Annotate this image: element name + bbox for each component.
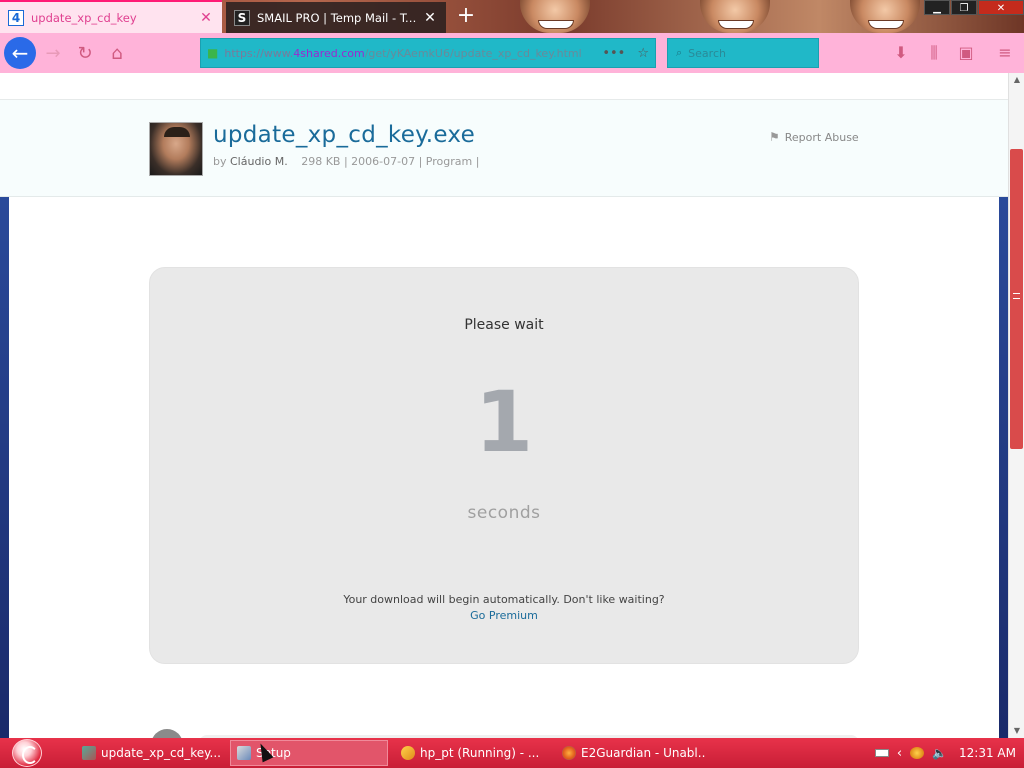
system-tray: ‹ 🔈 12:31 AM bbox=[874, 738, 1024, 768]
page-side-decoration bbox=[0, 197, 9, 738]
search-bar[interactable]: ⌕ Search bbox=[667, 38, 819, 68]
library-icon[interactable]: ⫼ bbox=[923, 43, 945, 63]
url-prefix: https://www. bbox=[224, 46, 294, 60]
tab-title: SMAIL PRO | Temp Mail - Tem bbox=[257, 10, 418, 25]
file-details: 298 KB | 2006-07-07 | Program | bbox=[301, 155, 480, 168]
sidebar-icon[interactable]: ▣ bbox=[955, 43, 977, 62]
smail-favicon-icon: S bbox=[234, 9, 250, 26]
search-placeholder: Search bbox=[688, 46, 726, 60]
page-side-decoration bbox=[999, 197, 1008, 738]
keyboard-icon[interactable] bbox=[874, 749, 889, 757]
forward-button[interactable]: → bbox=[37, 37, 69, 69]
author-link[interactable]: Cláudio M. bbox=[230, 155, 288, 168]
installer-icon bbox=[237, 746, 251, 760]
navigation-bar: ← → ↻ ⌂ ■ https://www. 4shared.com /get/… bbox=[0, 33, 1024, 73]
taskbar-item-setup[interactable]: Setup bbox=[230, 740, 388, 766]
taskbar-item-label: E2Guardian - Unabl... bbox=[581, 746, 706, 760]
site-top-strip bbox=[0, 73, 1008, 100]
auto-download-text: Your download will begin automatically. … bbox=[343, 593, 665, 606]
flag-icon: ⚑ bbox=[769, 130, 780, 144]
restore-button[interactable]: ❐ bbox=[951, 0, 977, 15]
avatar bbox=[151, 729, 183, 738]
start-button[interactable] bbox=[8, 738, 48, 768]
taskbar-item-label: update_xp_cd_key... bbox=[101, 746, 221, 760]
new-tab-button[interactable]: + bbox=[454, 3, 478, 29]
search-icon: ⌕ bbox=[676, 46, 683, 59]
file-meta: by Cláudio M. 298 KB | 2006-07-07 | Prog… bbox=[213, 155, 479, 168]
hamburger-menu-icon[interactable]: ≡ bbox=[994, 43, 1016, 62]
clock[interactable]: 12:31 AM bbox=[959, 746, 1016, 760]
close-tab-icon[interactable]: ✕ bbox=[198, 10, 214, 26]
grip-icon bbox=[1013, 293, 1020, 299]
report-abuse-label: Report Abuse bbox=[784, 130, 859, 144]
scroll-up-icon[interactable]: ▲ bbox=[1009, 73, 1024, 87]
go-premium-link[interactable]: Go Premium bbox=[150, 609, 858, 622]
taskbar: update_xp_cd_key... Setup hp_pt (Running… bbox=[0, 738, 1024, 768]
tab-title: update_xp_cd_key bbox=[31, 10, 137, 25]
comment-section-peek bbox=[149, 729, 859, 738]
url-actions: ••• ☆ bbox=[602, 46, 649, 61]
app-icon bbox=[82, 746, 96, 760]
4shared-favicon-icon: 4 bbox=[8, 9, 24, 26]
start-orb-icon bbox=[12, 739, 42, 767]
network-icon[interactable] bbox=[910, 747, 925, 759]
minimize-button[interactable]: ▁ bbox=[924, 0, 950, 15]
taskbar-item-e2guardian[interactable]: E2Guardian - Unabl... bbox=[556, 740, 706, 766]
taskbar-item-firefox[interactable]: update_xp_cd_key... bbox=[76, 740, 226, 766]
page-actions-icon[interactable]: ••• bbox=[602, 46, 625, 61]
home-button[interactable]: ⌂ bbox=[101, 37, 133, 69]
wait-heading: Please wait bbox=[464, 317, 544, 333]
volume-icon[interactable]: 🔈 bbox=[932, 746, 947, 760]
reload-button[interactable]: ↻ bbox=[69, 37, 101, 69]
theme-face-image bbox=[700, 0, 770, 33]
theme-face-image bbox=[850, 0, 920, 33]
bookmark-star-icon[interactable]: ☆ bbox=[637, 46, 649, 61]
vertical-scrollbar[interactable]: ▲ ▼ bbox=[1008, 73, 1024, 738]
countdown-unit: seconds bbox=[467, 503, 541, 523]
tab-update-xp-cd-key[interactable]: 4 update_xp_cd_key ✕ bbox=[0, 0, 222, 33]
scroll-down-icon[interactable]: ▼ bbox=[1009, 724, 1024, 738]
theme-face-image bbox=[520, 0, 590, 33]
scrollbar-thumb[interactable] bbox=[1010, 149, 1023, 449]
lock-icon: ■ bbox=[207, 46, 219, 60]
url-domain: 4shared.com bbox=[293, 46, 365, 60]
download-wait-panel: Please wait 1 seconds Your download will… bbox=[149, 267, 859, 664]
report-abuse-link[interactable]: ⚑ Report Abuse bbox=[769, 130, 859, 144]
tab-smail-pro[interactable]: S SMAIL PRO | Temp Mail - Tem ✕ bbox=[226, 2, 446, 33]
file-title: update_xp_cd_key.exe bbox=[213, 122, 476, 148]
url-path: /get/yKAemkU6/update_xp_cd_key.html bbox=[364, 46, 582, 60]
window-controls: ▁ ❐ ✕ bbox=[923, 0, 1024, 15]
taskbar-item-virtualbox[interactable]: hp_pt (Running) - ... bbox=[395, 740, 545, 766]
tab-strip: 4 update_xp_cd_key ✕ S SMAIL PRO | Temp … bbox=[0, 0, 1024, 33]
taskbar-item-label: hp_pt (Running) - ... bbox=[420, 746, 540, 760]
by-label: by bbox=[213, 155, 227, 168]
url-bar[interactable]: ■ https://www. 4shared.com /get/yKAemkU6… bbox=[200, 38, 656, 68]
file-header: update_xp_cd_key.exe by Cláudio M. 298 K… bbox=[0, 100, 1008, 197]
avatar[interactable] bbox=[149, 122, 203, 176]
downloads-icon[interactable]: ⬇ bbox=[890, 43, 912, 62]
back-button[interactable]: ← bbox=[4, 37, 36, 69]
app-icon bbox=[401, 746, 415, 760]
page-viewport: update_xp_cd_key.exe by Cláudio M. 298 K… bbox=[0, 73, 1008, 738]
firefox-icon bbox=[562, 746, 576, 760]
close-tab-icon[interactable]: ✕ bbox=[422, 10, 438, 26]
countdown-number: 1 bbox=[474, 373, 534, 471]
close-window-button[interactable]: ✕ bbox=[978, 0, 1024, 15]
tray-expand-icon[interactable]: ‹ bbox=[897, 746, 902, 761]
